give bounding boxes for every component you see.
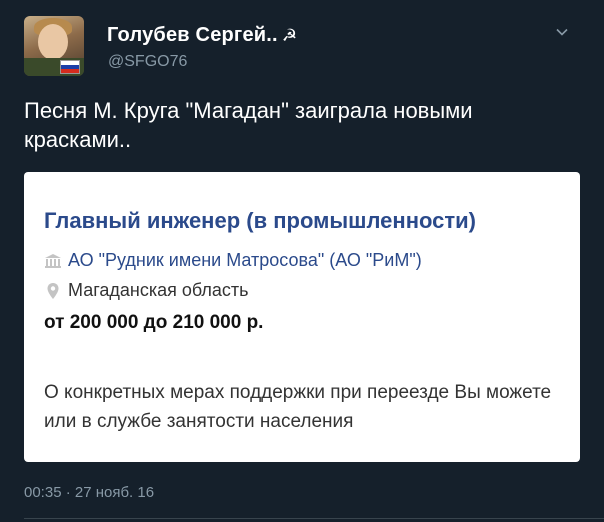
salary-label: от 200 000 до 210 000 р. [44,312,264,333]
author-name-row[interactable]: Голубев Сергей.. ☭ [107,24,297,47]
location-pin-icon [47,282,59,299]
tweet-text: Песня М. Круга "Магадан" заиграла новыми… [24,98,473,152]
job-description: О конкретных мерах поддержки при переезд… [44,378,551,436]
job-title[interactable]: Главный инженер (в промышленности) [44,208,476,234]
divider [24,518,604,519]
building-icon [45,253,61,268]
chevron-down-icon[interactable] [556,26,568,38]
avatar[interactable] [24,16,84,76]
russian-flag-icon [60,60,80,74]
region-label: Магаданская область [68,280,249,300]
author-handle[interactable]: @SFGO76 [108,53,187,71]
tweet-timestamp[interactable]: 00:35 · 27 нояб. 16 [24,484,154,501]
author-name[interactable]: Голубев Сергей.. [107,24,278,47]
company-row: АО "Рудник имени Матросова" (АО "РиМ") [44,250,422,271]
job-card[interactable]: Главный инженер (в промышленности) АО "Р… [24,172,580,462]
avatar-face [38,24,68,60]
tweet: Голубев Сергей.. ☭ @SFGO76 Песня М. Круг… [0,0,604,522]
hammer-sickle-icon: ☭ [281,25,298,45]
description-line: или в службе занятости населения [44,411,354,432]
company-link[interactable]: АО "Рудник имени Матросова" (АО "РиМ") [68,250,422,271]
description-line: О конкретных мерах поддержки при переезд… [44,382,552,403]
region-row: Магаданская область [44,280,249,301]
